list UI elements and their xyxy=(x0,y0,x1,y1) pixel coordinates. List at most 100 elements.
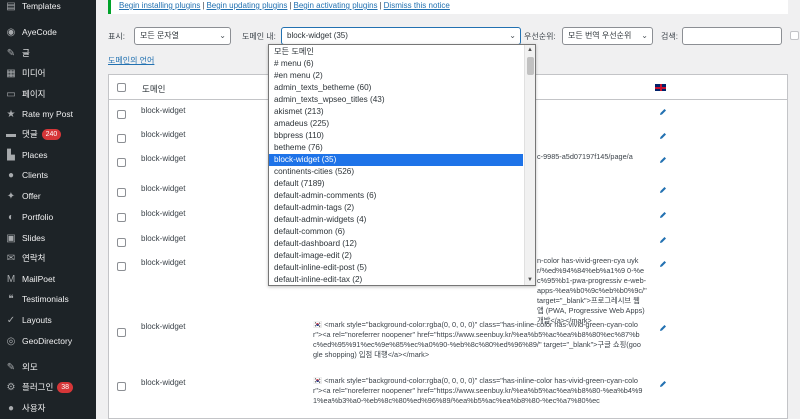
scroll-up-icon[interactable]: ▲ xyxy=(527,47,533,53)
edit-pencil-icon[interactable] xyxy=(659,156,667,164)
sidebar-item[interactable]: ▙ Places xyxy=(0,145,96,165)
sidebar-item[interactable]: ❝ Testimonials xyxy=(0,289,96,309)
dropdown-option[interactable]: akismet (213) xyxy=(269,106,523,118)
edit-pencil-icon[interactable] xyxy=(659,108,667,116)
sidebar-item[interactable]: ◉ AyeCode xyxy=(0,22,96,42)
row-checkbox[interactable] xyxy=(117,158,126,167)
dropdown-option[interactable]: bbpress (110) xyxy=(269,130,523,142)
notice-link[interactable]: Begin installing plugins xyxy=(119,1,200,10)
domain-language-link[interactable]: 도메인의 언어 xyxy=(108,55,154,66)
dropdown-option[interactable]: amadeus (225) xyxy=(269,118,523,130)
edit-pencil-icon[interactable] xyxy=(659,236,667,244)
sidebar-item[interactable]: ⚙ 플러그인 38 xyxy=(0,377,96,397)
row-checkbox[interactable] xyxy=(117,110,126,119)
dropdown-option[interactable]: default-admin-comments (6) xyxy=(269,190,523,202)
sidebar-item[interactable]: ● Clients xyxy=(0,165,96,185)
show-select[interactable]: 모든 문자열 ⌄ xyxy=(134,27,231,45)
row-domain: block-widget xyxy=(141,258,186,267)
row-checkbox[interactable] xyxy=(117,328,126,337)
priority-select[interactable]: 모든 번역 우선순위 ⌄ xyxy=(562,27,653,45)
page-icon: ▭ xyxy=(6,88,16,100)
sidebar-item-label: Layouts xyxy=(22,315,52,325)
notice-link[interactable]: Begin updating plugins xyxy=(206,1,287,10)
sidebar-item-label: Offer xyxy=(22,191,41,201)
admin-sidebar: ▤ Templates ◉ AyeCode ✎ 글 ▦ 미디어 ▭ 페이지 ★ Rate my Pos… xyxy=(0,0,96,419)
row-checkbox[interactable] xyxy=(117,188,126,197)
dropdown-option[interactable]: # menu (6) xyxy=(269,58,523,70)
sidebar-item[interactable]: M MailPoet xyxy=(0,269,96,289)
search-input[interactable] xyxy=(682,27,782,45)
scroll-thumb[interactable] xyxy=(527,57,534,75)
dropdown-option[interactable]: continents-cities (526) xyxy=(269,166,523,178)
geodirectory-icon: ◎ xyxy=(6,335,16,347)
domain-dropdown-list[interactable]: ▲ ▼ 모든 도메인 # menu (6) #en menu (2) admin_te… xyxy=(268,44,536,286)
row-checkbox[interactable] xyxy=(117,238,126,247)
edit-pencil-icon[interactable] xyxy=(659,186,667,194)
domain-select[interactable]: block-widget (35) ⌄ xyxy=(281,27,521,45)
notice-link[interactable]: Dismiss this notice xyxy=(384,1,450,10)
row-checkbox[interactable] xyxy=(117,382,126,391)
dropdown-option[interactable]: 모든 도메인 xyxy=(269,46,523,58)
dropdown-option[interactable]: default-inline-edit-tax (2) xyxy=(269,274,523,285)
sidebar-item-label: Templates xyxy=(22,1,61,11)
dropdown-option[interactable]: default-admin-tags (2) xyxy=(269,202,523,214)
sidebar-item[interactable]: ◎ GeoDirectory xyxy=(0,331,96,351)
row-domain: block-widget xyxy=(141,234,186,243)
sidebar-item[interactable]: ◐ Portfolio xyxy=(0,207,96,227)
offer-icon: ✦ xyxy=(6,190,16,202)
dropdown-option[interactable]: default-inline-edit-post (5) xyxy=(269,262,523,274)
edit-pencil-icon[interactable] xyxy=(659,260,667,268)
row-domain: block-widget xyxy=(141,130,186,139)
edit-pencil-icon[interactable] xyxy=(659,324,667,332)
dropdown-option[interactable]: default-image-edit (2) xyxy=(269,250,523,262)
dropdown-option[interactable]: default (7189) xyxy=(269,178,523,190)
places-icon: ▙ xyxy=(7,149,15,161)
sidebar-item[interactable]: ✎ 글 xyxy=(0,43,96,63)
sidebar-item-label: 플러그인 xyxy=(22,382,54,392)
sidebar-item-label: 댓글 xyxy=(22,129,38,139)
edit-pencil-icon[interactable] xyxy=(659,132,667,140)
link-separator: | xyxy=(289,1,292,10)
dropdown-scrollbar[interactable]: ▲ ▼ xyxy=(524,45,535,285)
edit-pencil-icon[interactable] xyxy=(659,380,667,388)
exact-checkbox[interactable] xyxy=(790,31,799,40)
sidebar-item[interactable]: ● 사용자 xyxy=(0,398,96,418)
sidebar-item[interactable]: ✎ 외모 xyxy=(0,357,96,377)
sidebar-item[interactable]: ★ Rate my Post xyxy=(0,104,96,124)
dropdown-option[interactable]: #en menu (2) xyxy=(269,70,523,82)
dropdown-option[interactable]: admin_texts_wpseo_titles (43) xyxy=(269,94,523,106)
dropdown-option[interactable]: block-widget (35) xyxy=(269,154,523,166)
contact-icon: ✉ xyxy=(6,252,16,264)
sidebar-item[interactable]: ✉ 연락처 xyxy=(0,248,96,268)
row-checkbox[interactable] xyxy=(117,134,126,143)
dropdown-option[interactable]: admin_texts_betheme (60) xyxy=(269,82,523,94)
notice-link[interactable]: Begin activating plugins xyxy=(294,1,378,10)
sidebar-item[interactable]: ▦ 미디어 xyxy=(0,63,96,83)
row-checkbox[interactable] xyxy=(117,262,126,271)
edit-pencil-icon[interactable] xyxy=(659,211,667,219)
scroll-down-icon[interactable]: ▼ xyxy=(527,277,533,283)
plugin-notice: Begin installing plugins | Begin updating … xyxy=(108,0,788,14)
show-select-value: 모든 문자열 xyxy=(140,31,180,40)
chevron-down-icon: ⌄ xyxy=(219,31,226,40)
row-domain: block-widget xyxy=(141,378,186,387)
sidebar-item-label: 외모 xyxy=(22,362,38,372)
sidebar-item[interactable]: ▣ Slides xyxy=(0,228,96,248)
row-domain: block-widget xyxy=(141,184,186,193)
select-all-checkbox[interactable] xyxy=(117,83,126,92)
mailpoet-icon: M xyxy=(6,273,16,285)
sidebar-item[interactable]: ▭ 페이지 xyxy=(0,84,96,104)
sidebar-item[interactable]: ▬ 댓글 240 xyxy=(0,124,96,144)
dropdown-option[interactable]: default-dashboard (12) xyxy=(269,238,523,250)
row-source-text: 🇰🇷 <mark style="background-color:rgba(0,… xyxy=(313,320,641,359)
dropdown-option[interactable]: default-admin-widgets (4) xyxy=(269,214,523,226)
comment-icon: ▬ xyxy=(6,128,16,140)
dropdown-option[interactable]: betheme (76) xyxy=(269,142,523,154)
priority-select-value: 모든 번역 우선순위 xyxy=(568,31,632,40)
sidebar-item[interactable]: ✓ Layouts xyxy=(0,310,96,330)
sidebar-item[interactable]: ▤ Templates xyxy=(0,0,96,16)
dropdown-option[interactable]: default-common (6) xyxy=(269,226,523,238)
column-domain: 도메인 xyxy=(142,84,166,94)
sidebar-item[interactable]: ✦ Offer xyxy=(0,186,96,206)
row-checkbox[interactable] xyxy=(117,213,126,222)
